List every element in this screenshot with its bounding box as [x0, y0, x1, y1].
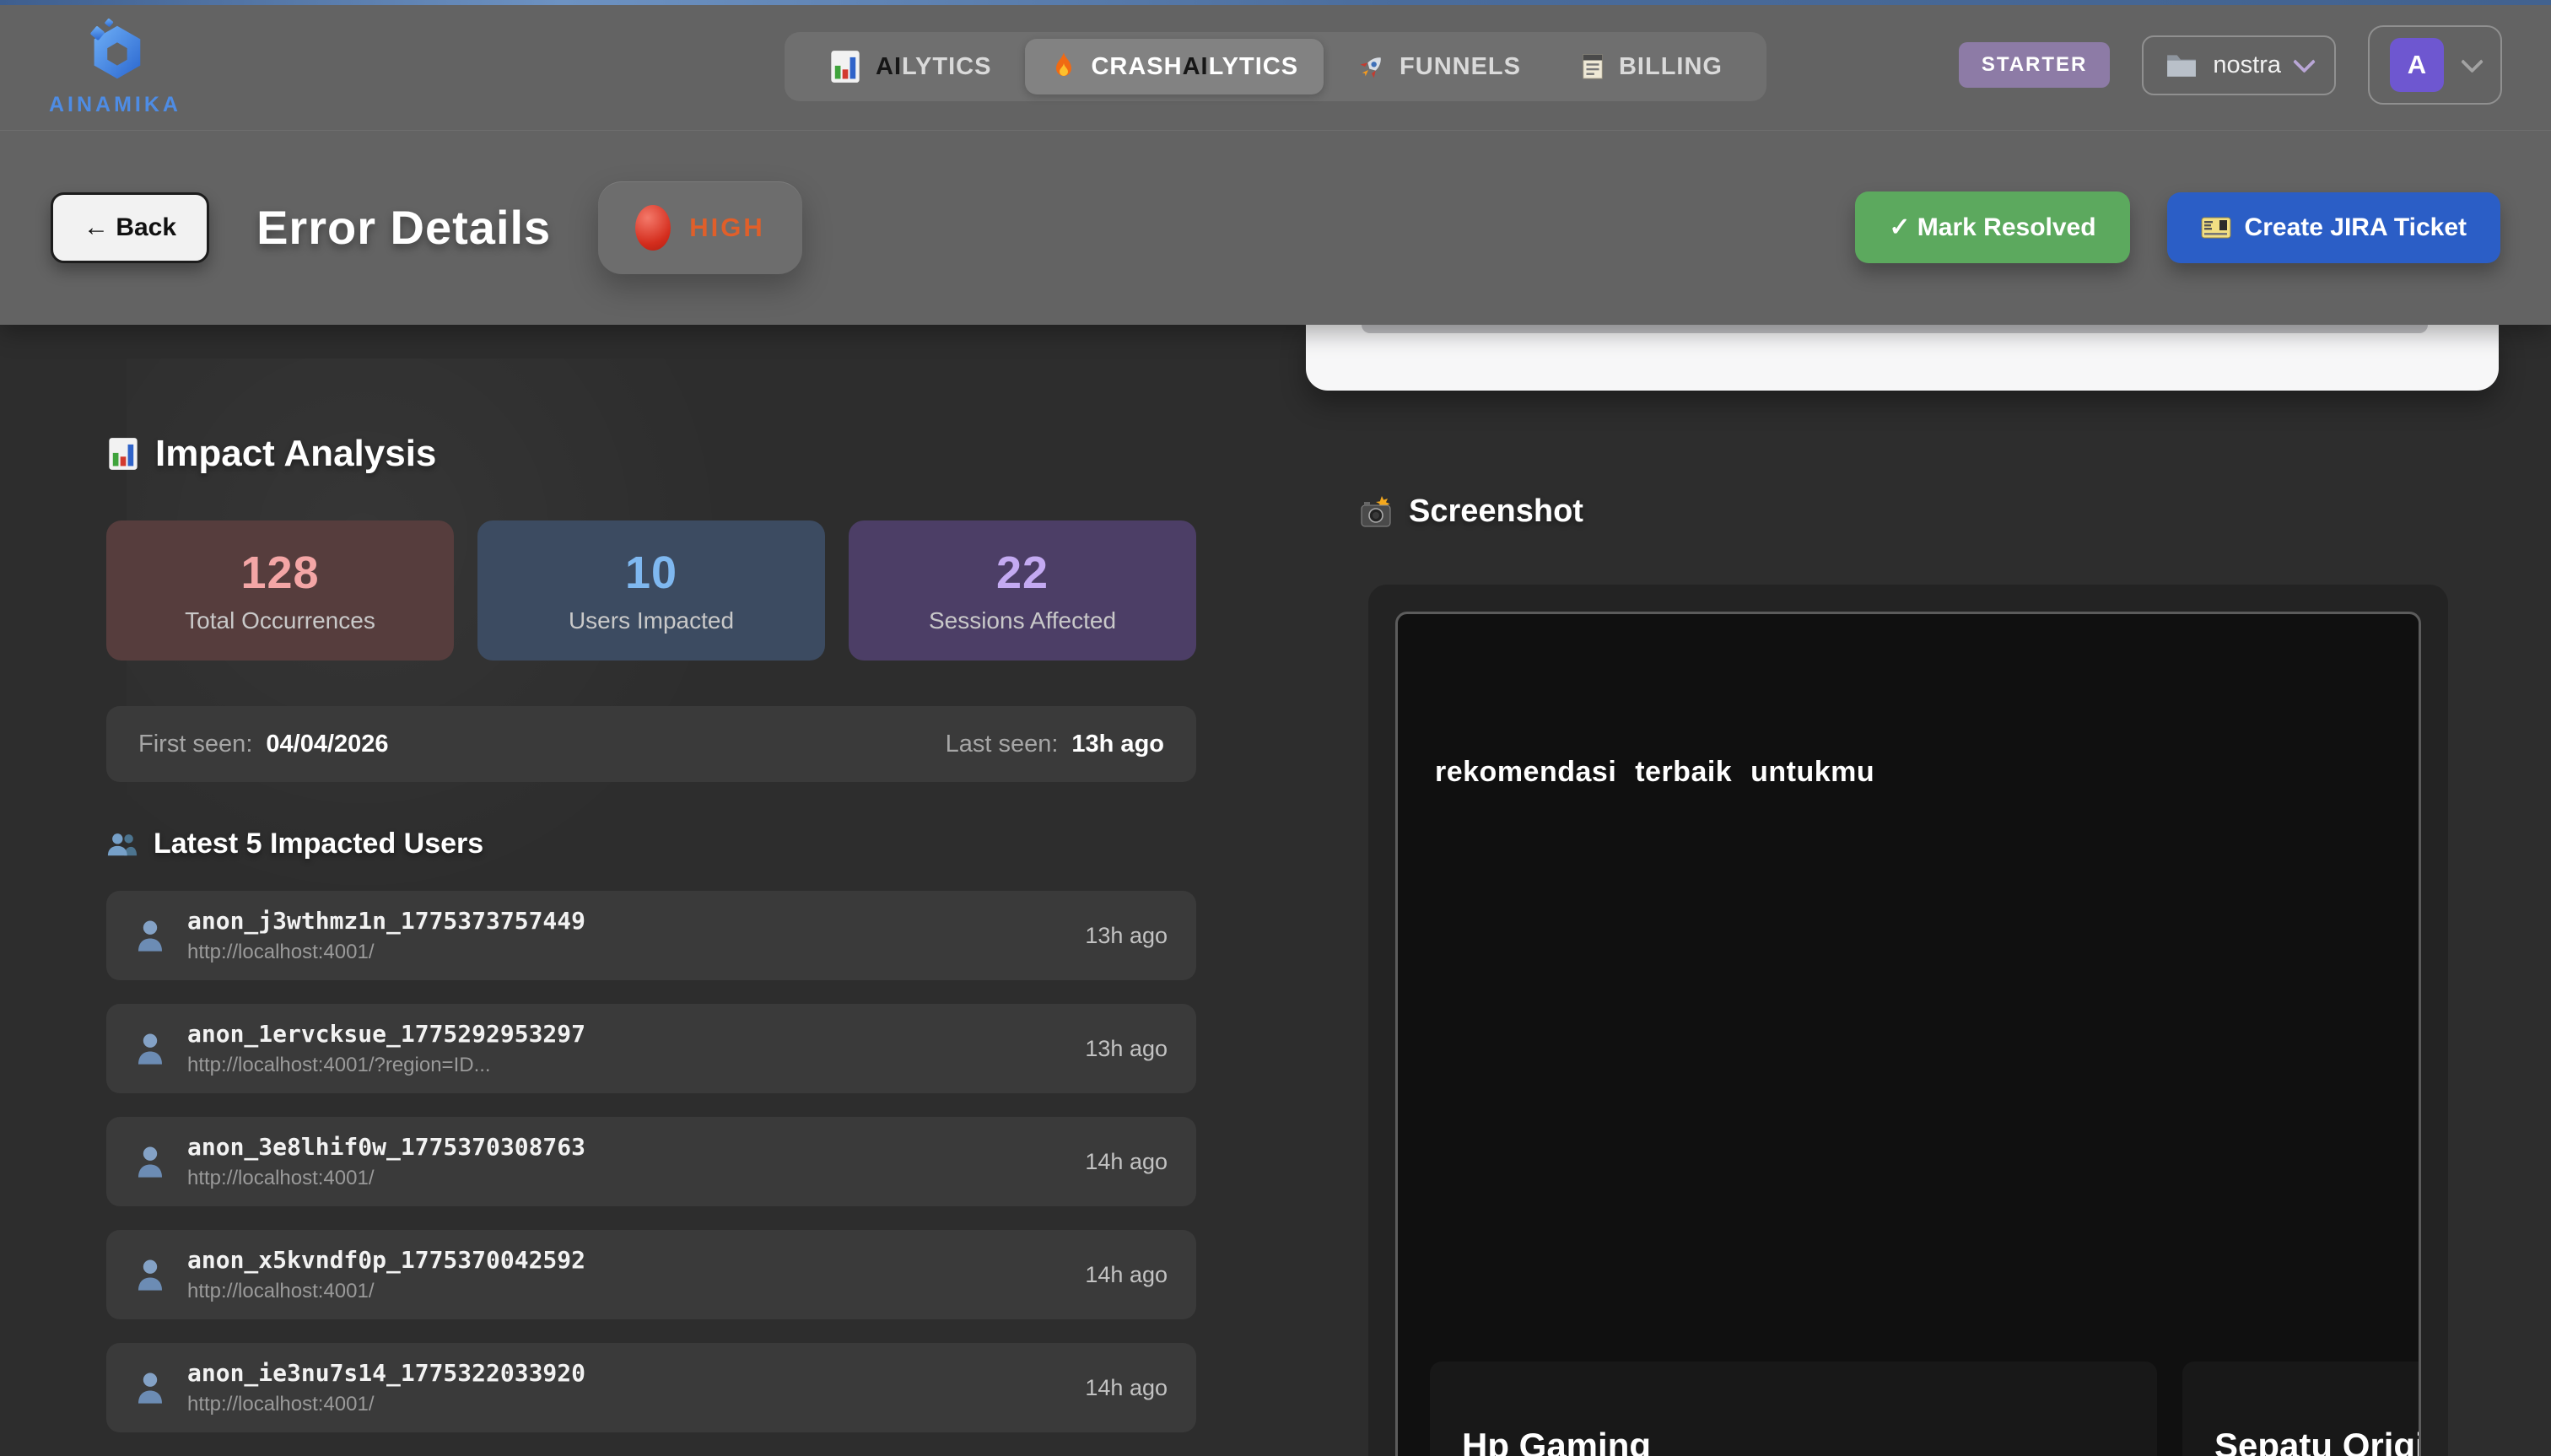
- error-details-page: AINAMIKA AILYTICS CRASHAILYTICS FUNNELS …: [0, 0, 2551, 1456]
- avatar: A: [2390, 38, 2444, 92]
- stat-label: Sessions Affected: [929, 607, 1116, 634]
- back-button[interactable]: ← Back: [51, 192, 209, 263]
- impact-analysis-heading: Impact Analysis: [106, 433, 1196, 475]
- folder-icon: [2165, 51, 2198, 78]
- nav-tabs: AILYTICS CRASHAILYTICS FUNNELS BILLING: [785, 32, 1766, 101]
- bar-chart-icon: [106, 437, 140, 471]
- bar-chart-icon: [828, 50, 862, 84]
- nav-tab-label: BILLING: [1619, 53, 1723, 81]
- user-icon: [135, 1257, 165, 1292]
- severity-badge: HIGH: [598, 181, 802, 274]
- last-seen-value: 13h ago: [1071, 731, 1164, 758]
- red-circle-icon: [635, 205, 671, 251]
- stat-card: 22 Sessions Affected: [849, 520, 1196, 661]
- brand-name: AINAMIKA: [49, 93, 181, 117]
- user-name: anon_1ervcksue_1775292953297: [187, 1020, 585, 1048]
- user-time: 14h ago: [1085, 1375, 1168, 1401]
- user-url: http://localhost:4001/: [187, 1280, 585, 1303]
- app-header: AINAMIKA AILYTICS CRASHAILYTICS FUNNELS …: [0, 0, 2551, 325]
- stat-label: Total Occurrences: [185, 607, 375, 634]
- navbar-right-cluster: STARTER nostra A: [1959, 25, 2502, 105]
- screenshot-panel: rekomendasi terbaik untukmu Hp Gaming Se…: [1368, 585, 2448, 1456]
- receipt-icon: [1580, 53, 1605, 80]
- impacted-user-row[interactable]: anon_ie3nu7s14_1775322033920 http://loca…: [106, 1343, 1196, 1432]
- product-title: Sepatu Original: [2214, 1426, 2421, 1456]
- impacted-user-row[interactable]: anon_3e8lhif0w_1775370308763 http://loca…: [106, 1117, 1196, 1206]
- project-name: nostra: [2213, 51, 2281, 79]
- user-icon: [135, 1144, 165, 1179]
- ticket-icon: [2201, 216, 2231, 240]
- impacted-user-row[interactable]: anon_1ervcksue_1775292953297 http://loca…: [106, 1004, 1196, 1093]
- user-url: http://localhost:4001/?region=ID...: [187, 1054, 585, 1077]
- plan-badge: STARTER: [1959, 42, 2111, 88]
- nav-tab-label: AILYTICS: [876, 53, 991, 81]
- user-list: anon_j3wthmz1n_1775373757449 http://loca…: [106, 891, 1196, 1432]
- product-card: Sepatu Original: [2182, 1362, 2421, 1456]
- last-seen: Last seen: 13h ago: [946, 731, 1164, 758]
- nav-tab-label: CRASHAILYTICS: [1091, 53, 1298, 81]
- stat-value: 22: [996, 547, 1049, 599]
- last-seen-label: Last seen:: [946, 731, 1059, 758]
- impacted-user-row[interactable]: anon_x5kvndf0p_1775370042592 http://loca…: [106, 1230, 1196, 1319]
- user-time: 13h ago: [1085, 923, 1168, 949]
- severity-label: HIGH: [689, 213, 765, 243]
- impacted-user-row[interactable]: anon_j3wthmz1n_1775373757449 http://loca…: [106, 891, 1196, 980]
- first-seen-value: 04/04/2026: [266, 731, 388, 758]
- nav-tab[interactable]: AILYTICS: [803, 39, 1017, 94]
- header-actions: ✓ Mark Resolved Create JIRA Ticket: [1855, 191, 2500, 263]
- scrolled-card-bottom: [1306, 325, 2499, 391]
- user-icon: [135, 1370, 165, 1405]
- content-area: Impact Analysis 128 Total Occurrences 10…: [0, 325, 2551, 1456]
- user-time: 14h ago: [1085, 1149, 1168, 1175]
- users-icon: [106, 831, 138, 858]
- screenshot-caption: rekomendasi terbaik untukmu: [1435, 756, 1874, 789]
- impacted-users-heading: Latest 5 Impacted Users: [106, 828, 1196, 860]
- stat-card: 10 Users Impacted: [477, 520, 825, 661]
- first-seen: First seen: 04/04/2026: [138, 731, 389, 758]
- top-accent-bar: [0, 0, 2551, 5]
- mark-resolved-button[interactable]: ✓ Mark Resolved: [1855, 191, 2129, 263]
- seen-bar: First seen: 04/04/2026 Last seen: 13h ag…: [106, 706, 1196, 782]
- user-icon: [135, 918, 165, 953]
- stat-value: 128: [240, 547, 319, 599]
- brand-logo[interactable]: AINAMIKA: [49, 18, 181, 117]
- product-card: Hp Gaming: [1430, 1362, 2157, 1456]
- product-title: Hp Gaming: [1462, 1426, 2157, 1456]
- project-selector[interactable]: nostra: [2142, 35, 2336, 95]
- user-url: http://localhost:4001/: [187, 1167, 585, 1190]
- impact-analysis-section: Impact Analysis 128 Total Occurrences 10…: [106, 325, 1196, 1432]
- user-name: anon_3e8lhif0w_1775370308763: [187, 1133, 585, 1161]
- user-time: 13h ago: [1085, 1036, 1168, 1062]
- stat-label: Users Impacted: [569, 607, 734, 634]
- chevron-down-icon: [2461, 50, 2484, 73]
- stat-card: 128 Total Occurrences: [106, 520, 454, 661]
- page-header: ← Back Error Details HIGH ✓ Mark Resolve…: [0, 131, 2551, 324]
- fire-icon: [1050, 51, 1077, 82]
- brand-logo-icon: [81, 18, 150, 91]
- create-jira-ticket-button[interactable]: Create JIRA Ticket: [2167, 192, 2500, 263]
- first-seen-label: First seen:: [138, 731, 252, 758]
- nav-tab-label: FUNNELS: [1400, 53, 1521, 81]
- rocket-icon: [1357, 52, 1386, 81]
- stat-value: 10: [625, 547, 677, 599]
- screenshot-heading: Screenshot: [1360, 493, 1583, 530]
- user-name: anon_x5kvndf0p_1775370042592: [187, 1246, 585, 1274]
- user-name: anon_j3wthmz1n_1775373757449: [187, 907, 585, 935]
- user-url: http://localhost:4001/: [187, 1393, 585, 1416]
- screenshot-frame: rekomendasi terbaik untukmu Hp Gaming Se…: [1395, 612, 2421, 1456]
- nav-tab[interactable]: BILLING: [1555, 39, 1748, 94]
- user-icon: [135, 1031, 165, 1066]
- nav-tab[interactable]: CRASHAILYTICS: [1025, 39, 1324, 94]
- user-menu[interactable]: A: [2368, 25, 2502, 105]
- user-name: anon_ie3nu7s14_1775322033920: [187, 1359, 585, 1387]
- user-time: 14h ago: [1085, 1262, 1168, 1288]
- nav-tab[interactable]: FUNNELS: [1332, 39, 1546, 94]
- user-url: http://localhost:4001/: [187, 941, 585, 964]
- navbar: AINAMIKA AILYTICS CRASHAILYTICS FUNNELS …: [0, 0, 2551, 131]
- page-title: Error Details: [256, 200, 551, 255]
- chevron-down-icon: [2293, 50, 2316, 73]
- stats-row: 128 Total Occurrences 10 Users Impacted …: [106, 520, 1196, 661]
- card-inner-edge: [1362, 325, 2428, 333]
- camera-flash-icon: [1360, 496, 1394, 528]
